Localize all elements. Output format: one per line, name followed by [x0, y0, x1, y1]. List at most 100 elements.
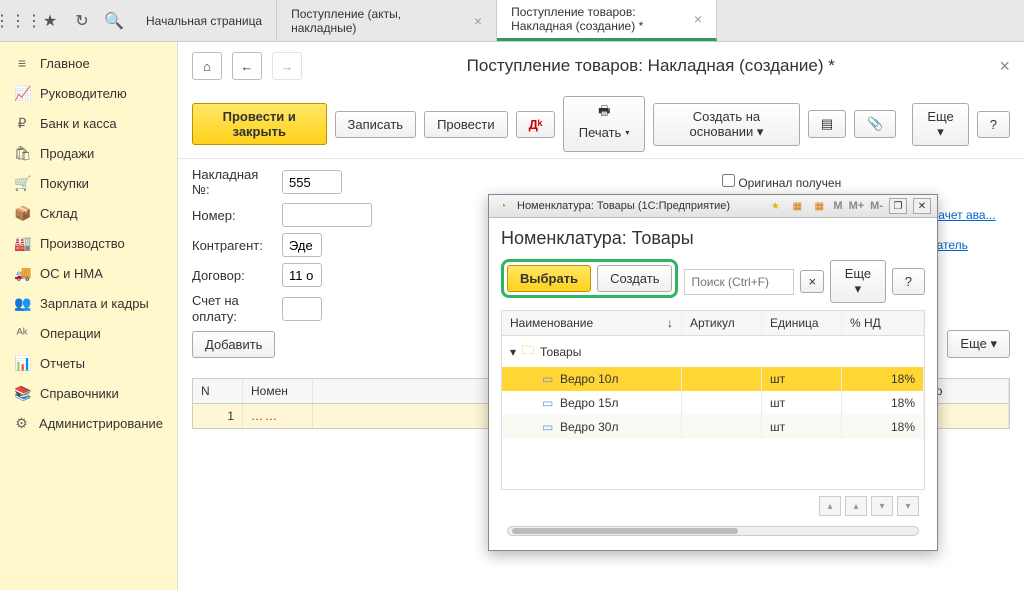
h-scrollbar[interactable] — [507, 526, 919, 536]
list-item[interactable]: ▭ Ведро 30л шт 18% — [502, 415, 924, 439]
post-close-button[interactable]: Провести и закрыть — [192, 103, 327, 145]
create-button[interactable]: Создать — [597, 265, 672, 292]
document-tabs: Начальная страница Поступление (акты, на… — [132, 0, 1024, 41]
doc-toolbar: Провести и закрыть Записать Провести Дᵏ … — [178, 90, 1024, 159]
top-bar: ⋮⋮⋮ ★ ↻ 🔍 Начальная страница Поступление… — [0, 0, 1024, 42]
sidebar-item-operations[interactable]: ᴬᵏОперации — [0, 318, 177, 348]
modal-help-button[interactable]: ? — [892, 268, 925, 295]
save-button[interactable]: Записать — [335, 111, 417, 138]
modal-heading: Номенклатура: Товары — [501, 228, 925, 249]
create-based-button[interactable]: Создать на основании ▾ — [653, 103, 800, 146]
history-icon[interactable]: ↻ — [72, 11, 92, 31]
sidebar-item-ruk[interactable]: 📈Руководителю — [0, 78, 177, 108]
more-button[interactable]: Еще ▾ — [912, 103, 968, 146]
sidebar-item-warehouse[interactable]: 📦Склад — [0, 198, 177, 228]
list-item[interactable]: ▭ Ведро 15л шт 18% — [502, 391, 924, 415]
sidebar-item-main[interactable]: ≡Главное — [0, 48, 177, 78]
print-button[interactable]: 🖶 Печать ▾ — [563, 96, 645, 152]
col-unit[interactable]: Единица — [762, 311, 842, 335]
attach-button[interactable]: 📎 — [854, 110, 896, 138]
sidebar-item-production[interactable]: 🏭Производство — [0, 228, 177, 258]
nomenclature-modal: ◔ Номенклатура: Товары (1С:Предприятие) … — [488, 194, 938, 551]
contract-label: Договор: — [192, 268, 272, 283]
star-icon[interactable]: ★ — [40, 11, 60, 31]
box-icon: 📦 — [14, 205, 30, 221]
caret-icon: ▾ — [510, 345, 516, 359]
m-plus-button[interactable]: M+ — [849, 200, 865, 212]
col-n[interactable]: N — [193, 379, 243, 403]
report-icon: 📊 — [14, 355, 30, 371]
close-icon[interactable]: ✕ — [913, 198, 931, 214]
forward-button[interactable]: → — [272, 52, 302, 80]
col-vat[interactable]: % НД — [842, 311, 924, 335]
invoice-no-input[interactable] — [282, 170, 342, 194]
account-input[interactable] — [282, 297, 322, 321]
sidebar: ≡Главное 📈Руководителю ₽Банк и касса 🛍Пр… — [0, 42, 178, 590]
counterparty-input[interactable] — [282, 233, 322, 257]
up-button[interactable]: ▴ — [845, 496, 867, 516]
down-button[interactable]: ▾ — [871, 496, 893, 516]
modal-table: Наименование ↓ Артикул Единица % НД ▾ 🗀 … — [501, 310, 925, 490]
sidebar-item-reports[interactable]: 📊Отчеты — [0, 348, 177, 378]
invoice-label: Накладная №: — [192, 167, 272, 197]
fav-icon[interactable]: ★ — [767, 198, 783, 214]
first-button[interactable]: ▴ — [819, 496, 841, 516]
close-icon[interactable]: × — [999, 56, 1010, 77]
sidebar-item-bank[interactable]: ₽Банк и касса — [0, 108, 177, 138]
app-icon: ◔ — [495, 198, 511, 214]
calendar-icon[interactable]: ▦ — [811, 198, 827, 214]
report-button[interactable]: ▤ — [808, 110, 846, 138]
home-button[interactable]: ⌂ — [192, 52, 222, 80]
contract-input[interactable] — [282, 263, 322, 287]
counterparty-label: Контрагент: — [192, 238, 272, 253]
truck-icon: 🚚 — [14, 265, 30, 281]
search-input[interactable] — [684, 269, 794, 295]
folder-row[interactable]: ▾ 🗀 Товары — [502, 336, 924, 367]
people-icon: 👥 — [14, 295, 30, 311]
close-icon[interactable]: × — [474, 13, 482, 29]
original-received-label: Оригинал получен — [738, 176, 841, 190]
factory-icon: 🏭 — [14, 235, 30, 251]
post-button[interactable]: Провести — [424, 111, 508, 138]
number-label: Номер: — [192, 208, 272, 223]
gear-icon: ⚙ — [14, 415, 29, 431]
original-received-checkbox[interactable] — [722, 174, 735, 187]
sidebar-item-purchases[interactable]: 🛒Покупки — [0, 168, 177, 198]
sidebar-item-sales[interactable]: 🛍Продажи — [0, 138, 177, 168]
modal-window-title: Номенклатура: Товары (1С:Предприятие) — [517, 200, 730, 212]
clear-search-button[interactable]: × — [800, 270, 824, 293]
m-minus-button[interactable]: M- — [870, 200, 883, 212]
modal-titlebar[interactable]: ◔ Номенклатура: Товары (1С:Предприятие) … — [489, 195, 937, 218]
tab-start-page[interactable]: Начальная страница — [132, 0, 277, 41]
last-button[interactable]: ▾ — [897, 496, 919, 516]
tab-receipts[interactable]: Поступление (акты, накладные)× — [277, 0, 497, 41]
col-name[interactable]: Наименование ↓ — [502, 311, 682, 335]
sidebar-item-os[interactable]: 🚚ОС и НМА — [0, 258, 177, 288]
m-button[interactable]: M — [833, 200, 842, 212]
add-button[interactable]: Добавить — [192, 331, 275, 358]
bag-icon: 🛍 — [14, 145, 30, 161]
back-button[interactable]: ← — [232, 52, 262, 80]
list-item[interactable]: ▭ Ведро 10л шт 18% — [502, 367, 924, 391]
help-button[interactable]: ? — [977, 111, 1010, 138]
sidebar-item-admin[interactable]: ⚙Администрирование — [0, 408, 177, 438]
tab-receipt-create[interactable]: Поступление товаров: Накладная (создание… — [497, 0, 717, 41]
dk-button[interactable]: Дᵏ — [516, 111, 556, 138]
search-icon[interactable]: 🔍 — [104, 11, 124, 31]
modal-primary-actions: Выбрать Создать — [501, 259, 678, 298]
calc-icon[interactable]: ▦ — [789, 198, 805, 214]
sidebar-item-catalogs[interactable]: 📚Справочники — [0, 378, 177, 408]
more2-button[interactable]: Еще ▾ — [947, 330, 1010, 358]
close-icon[interactable]: × — [694, 11, 702, 27]
chart-icon: 📈 — [14, 85, 30, 101]
account-label: Счет на оплату: — [192, 293, 272, 324]
col-nomen[interactable]: Номен — [243, 379, 313, 403]
number-input[interactable] — [282, 203, 372, 227]
col-sku[interactable]: Артикул — [682, 311, 762, 335]
sidebar-item-salary[interactable]: 👥Зарплата и кадры — [0, 288, 177, 318]
select-button[interactable]: Выбрать — [507, 265, 591, 292]
modal-more-button[interactable]: Еще ▾ — [830, 260, 886, 303]
maximize-icon[interactable]: ❐ — [889, 198, 907, 214]
ops-icon: ᴬᵏ — [14, 325, 30, 341]
apps-icon[interactable]: ⋮⋮⋮ — [8, 11, 28, 31]
